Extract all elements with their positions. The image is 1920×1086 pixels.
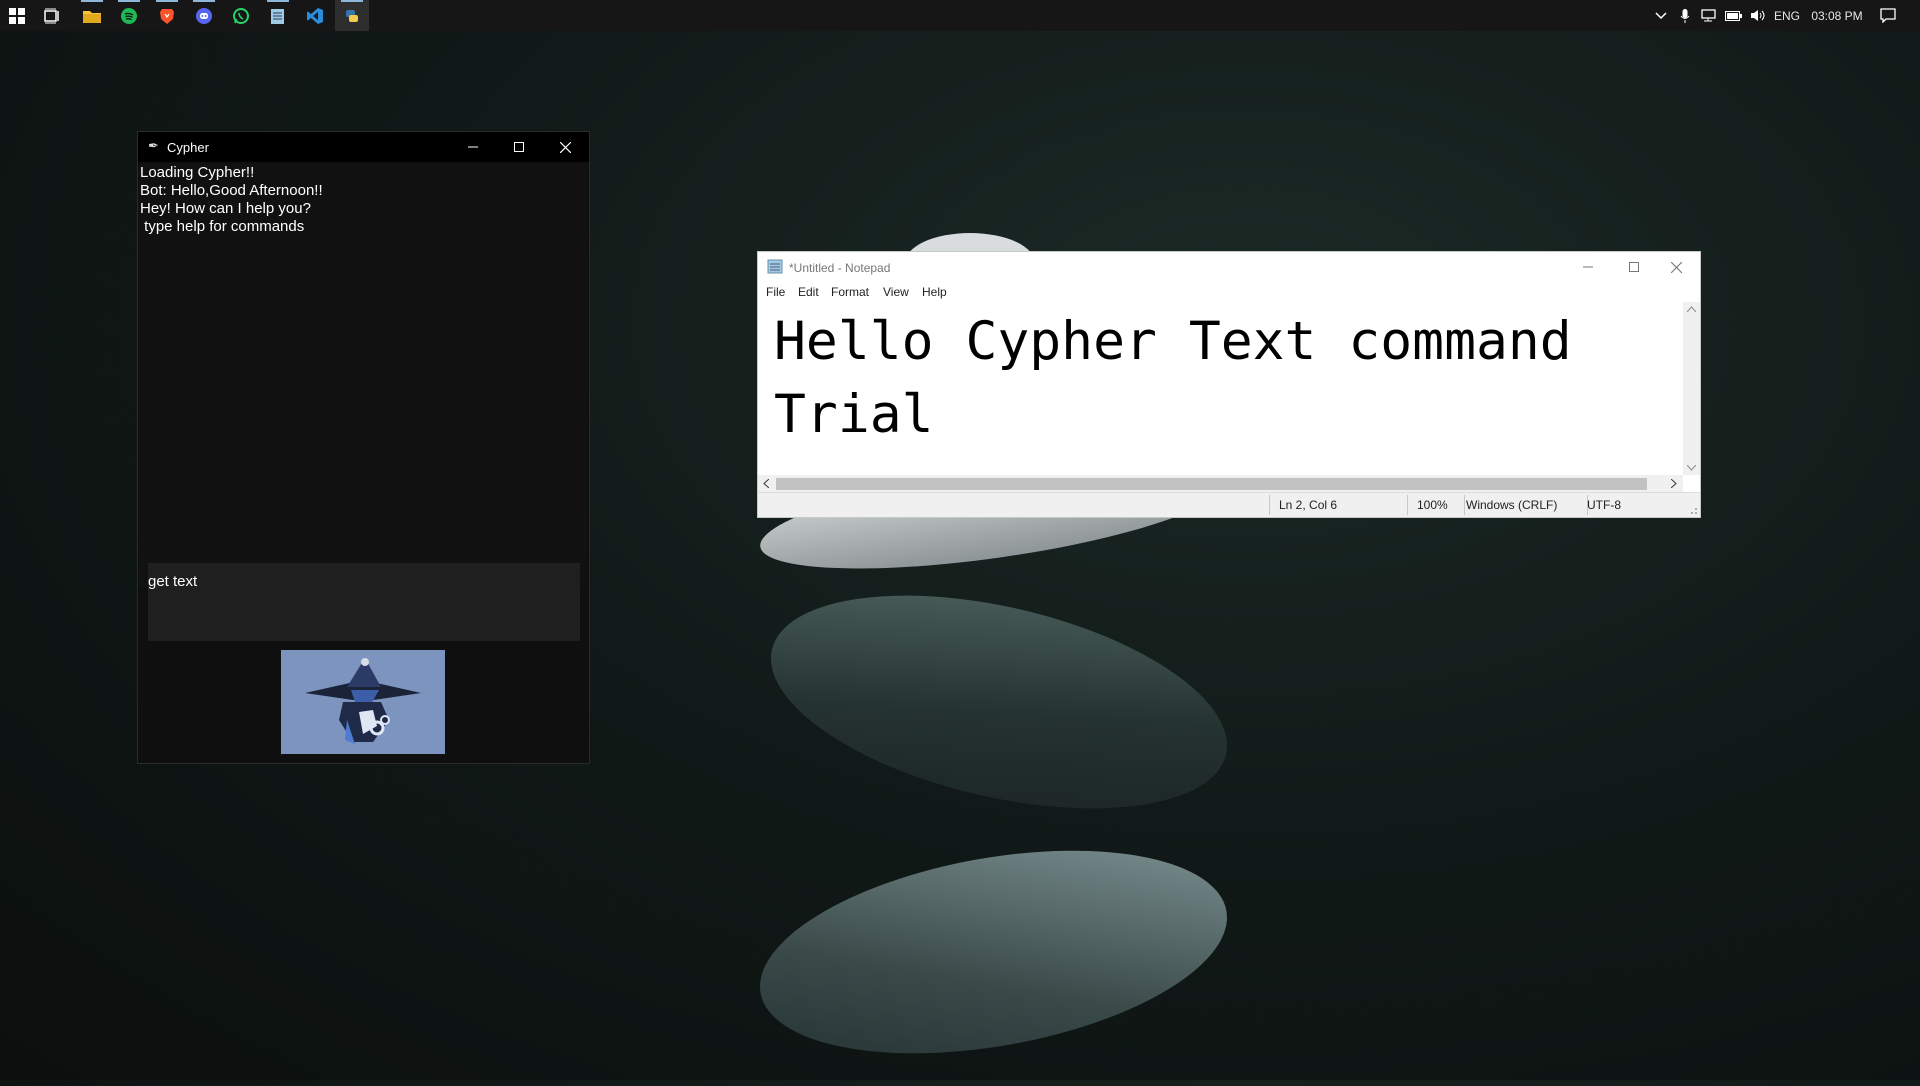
taskbar-app-whatsapp[interactable] [224,0,258,31]
notepad-icon [271,8,284,24]
notepad-title-bar[interactable]: *Untitled - Notepad [758,252,1700,282]
line-ending: Windows (CRLF) [1466,498,1558,512]
status-separator [1407,495,1408,515]
discord-icon [196,7,212,24]
taskbar-app-vscode[interactable] [298,0,332,31]
wizard-avatar-icon [281,650,445,754]
cypher-window: ✒ Cypher Loading Cypher!! Bot: Hello,Goo… [137,131,590,764]
notepad-maximize-button[interactable] [1611,252,1657,282]
running-indicator [193,0,215,2]
horizontal-scroll-thumb[interactable] [776,478,1647,490]
status-separator [1269,495,1270,515]
running-indicator [341,0,363,2]
network-button[interactable] [1698,0,1720,31]
scroll-up-icon [1687,306,1696,312]
language-indicator[interactable]: ENG [1772,0,1802,31]
status-separator [1464,495,1465,515]
minimize-button[interactable] [450,132,496,162]
taskbar-app-brave[interactable] [150,0,184,31]
chevron-up-icon [1655,11,1667,19]
vertical-scrollbar[interactable] [1683,302,1700,475]
microphone-button[interactable] [1675,0,1695,31]
close-icon [559,141,571,153]
taskbar-app-discord[interactable] [187,0,221,31]
notifications-button[interactable] [1876,0,1900,31]
close-button[interactable] [542,132,588,162]
notepad-window-title: *Untitled - Notepad [789,261,891,275]
notepad-window: *Untitled - Notepad File Edit Format Vie… [757,251,1701,518]
minimize-icon [468,146,478,148]
wallpaper-disc-2 [750,557,1248,847]
battery-icon [1724,10,1742,21]
battery-button[interactable] [1722,0,1744,31]
chat-line: type help for commands [140,218,305,235]
notification-icon [1880,8,1896,23]
running-indicator [118,0,140,2]
menu-edit[interactable]: Edit [798,285,819,299]
brave-icon [160,8,174,24]
maximize-icon [514,142,524,152]
zoom-level: 100% [1417,498,1448,512]
tray-overflow-button[interactable] [1650,0,1672,31]
whatsapp-icon [233,7,249,24]
microphone-icon [1680,8,1690,23]
cypher-window-title: Cypher [167,140,209,155]
text-line: Trial [774,384,934,445]
chat-line: Bot: Hello,Good Afternoon!! [140,182,323,199]
chat-log[interactable]: Loading Cypher!! Bot: Hello,Good Afterno… [139,164,587,587]
notepad-status-bar: Ln 2, Col 6 100% Windows (CRLF) UTF-8 [758,492,1700,517]
running-indicator [81,0,103,2]
task-view-icon [44,8,59,23]
notepad-minimize-button[interactable] [1565,252,1611,282]
running-indicator [156,0,178,2]
vscode-icon [307,7,323,24]
notepad-menu-bar: File Edit Format View Help [758,282,1700,302]
maximize-button[interactable] [496,132,542,162]
taskbar-app-spotify[interactable] [112,0,146,31]
folder-icon [83,10,101,23]
notepad-icon [767,259,783,274]
menu-file[interactable]: File [766,285,785,299]
feather-icon: ✒ [148,138,159,153]
horizontal-scrollbar[interactable] [758,475,1683,492]
cursor-position: Ln 2, Col 6 [1279,498,1338,512]
scroll-left-icon [763,479,769,488]
command-input-value: get text [148,573,198,590]
menu-view[interactable]: View [883,285,909,299]
taskbar-app-python[interactable] [335,0,369,31]
spotify-icon [121,7,137,24]
cypher-title-bar[interactable]: ✒ Cypher [138,132,589,162]
wallpaper-disc-3 [744,818,1243,1086]
volume-icon [1750,10,1764,21]
minimize-icon [1583,266,1593,268]
python-icon [346,9,358,22]
menu-help[interactable]: Help [922,285,947,299]
start-button[interactable] [0,0,34,31]
command-input[interactable]: get text [148,563,580,641]
task-view-button[interactable] [36,0,70,31]
taskbar-app-notepad[interactable] [261,0,295,31]
chat-line: Hey! How can I help you? [140,200,311,217]
network-icon [1701,9,1716,22]
text-line: Hello Cypher Text command [774,311,1572,372]
running-indicator [267,0,289,2]
volume-button[interactable] [1746,0,1768,31]
encoding: UTF-8 [1587,498,1621,512]
close-icon [1670,261,1682,273]
menu-format[interactable]: Format [831,285,869,299]
maximize-icon [1629,262,1639,272]
notepad-close-button[interactable] [1653,252,1699,282]
scroll-right-icon [1671,479,1677,488]
windows-logo-icon [9,7,25,24]
chat-line: Loading Cypher!! [140,164,255,181]
taskbar-app-file-explorer[interactable] [75,0,109,31]
resize-grip-icon[interactable] [1688,505,1698,515]
scroll-down-icon [1687,465,1696,471]
taskbar: ENG 03:08 PM [0,0,1920,31]
clock[interactable]: 03:08 PM [1806,0,1868,31]
